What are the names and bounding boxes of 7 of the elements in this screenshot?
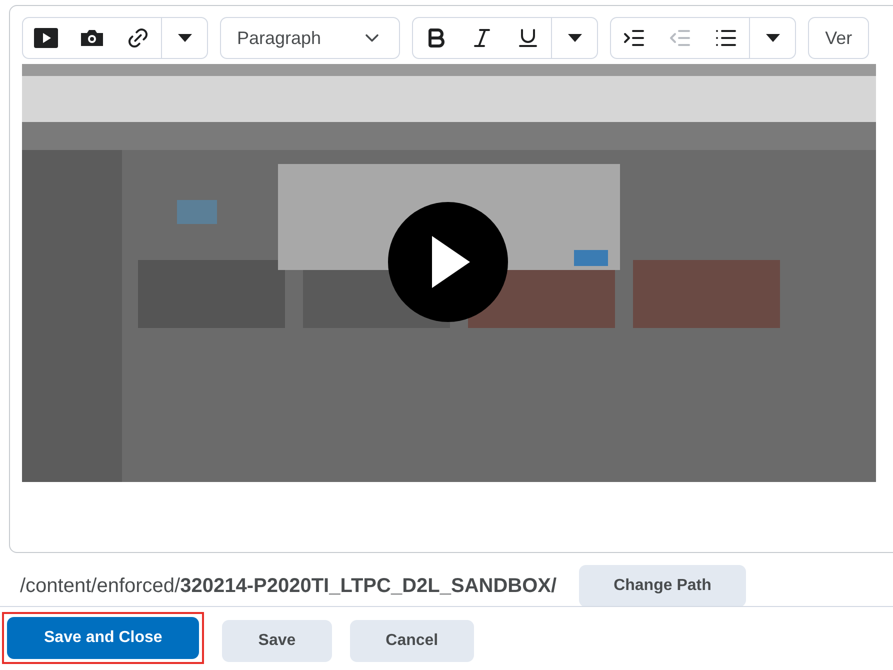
action-button[interactable]: Save xyxy=(222,620,332,662)
format-select[interactable]: Ver xyxy=(808,17,870,59)
change-path-button[interactable]: Change Path xyxy=(578,565,746,607)
format-select[interactable]: Paragraph xyxy=(220,17,400,59)
action-button[interactable]: Cancel xyxy=(350,620,474,662)
action-button[interactable]: Save and Close xyxy=(7,617,200,659)
path-text: /content/enforced/320214-P2020TI_LTPC_D2L_SANDBOX/ xyxy=(20,574,557,599)
